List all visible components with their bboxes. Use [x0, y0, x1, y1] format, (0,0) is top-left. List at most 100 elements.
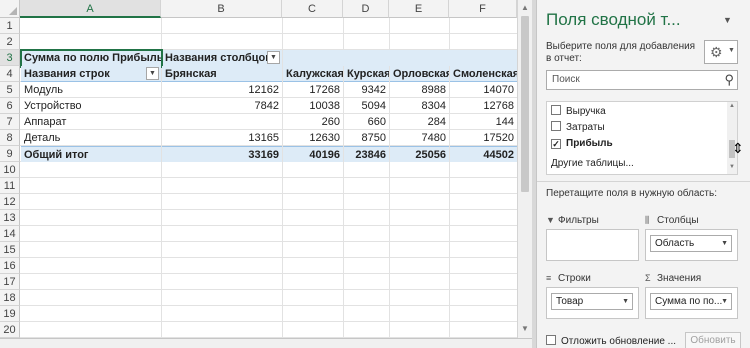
pivot-total-cell[interactable]: 25056	[390, 146, 449, 162]
columns-area: ⫼ Столбцы Область ▼	[645, 213, 738, 261]
pivot-col-header[interactable]: Курская	[344, 66, 389, 82]
row-header[interactable]: 9	[0, 146, 20, 162]
pivot-total-cell[interactable]: 44502	[450, 146, 517, 162]
scroll-up-icon[interactable]: ▲	[727, 103, 737, 109]
pivot-value-cell[interactable]: 12630	[283, 130, 343, 146]
pivot-col-header[interactable]: Брянская	[162, 66, 282, 82]
pivot-col-header[interactable]: Смоленская	[450, 66, 517, 82]
other-tables-link[interactable]: Другие таблицы...	[551, 156, 634, 171]
pivot-value-cell[interactable]: 260	[283, 114, 343, 130]
pivot-value-cell[interactable]: 17520	[450, 130, 517, 146]
pivot-total-cell[interactable]: 23846	[344, 146, 389, 162]
sheet-tab-bar[interactable]	[0, 338, 532, 348]
sheet-vertical-scrollbar[interactable]: ▲ ▼	[517, 0, 532, 348]
row-header[interactable]: 2	[0, 34, 20, 50]
column-header-e[interactable]: E	[389, 0, 449, 18]
values-drop-zone[interactable]: Сумма по по... ▼	[645, 287, 738, 319]
column-header-c[interactable]: C	[282, 0, 343, 18]
filters-drop-zone[interactable]	[546, 229, 639, 261]
row-header[interactable]: 15	[0, 242, 20, 258]
field-search-input[interactable]: Поиск ⚲	[546, 70, 738, 90]
pivot-total-cell[interactable]: 40196	[283, 146, 343, 162]
pivot-row-label[interactable]: Аппарат	[21, 114, 161, 130]
pivot-value-cell[interactable]: 284	[390, 114, 449, 130]
scrollbar-thumb[interactable]	[521, 16, 529, 192]
field-list[interactable]: Выручка Затраты ✓ Прибыль Другие таблицы.…	[546, 101, 738, 175]
row-header[interactable]: 6	[0, 98, 20, 114]
pane-title: Поля сводной т...	[546, 10, 681, 29]
pivot-value-cell[interactable]: 660	[344, 114, 389, 130]
pivot-total-cell[interactable]: 33169	[162, 146, 282, 162]
values-field-dropdown[interactable]: Сумма по по... ▼	[650, 293, 732, 310]
pivot-value-cell[interactable]: 9342	[344, 82, 389, 98]
pivot-value-cell[interactable]	[162, 114, 282, 130]
field-item-profit[interactable]: ✓ Прибыль	[551, 136, 613, 151]
pivot-column-caption[interactable]: Названия столбцов	[162, 50, 282, 66]
row-header[interactable]: 18	[0, 290, 20, 306]
chevron-down-icon: ▼	[622, 298, 629, 305]
defer-update-checkbox[interactable]	[546, 335, 556, 345]
pivot-col-header[interactable]: Калужская	[283, 66, 343, 82]
columns-drop-zone[interactable]: Область ▼	[645, 229, 738, 261]
pivot-col-header[interactable]: Орловская	[390, 66, 449, 82]
chevron-down-icon[interactable]: ▼	[723, 15, 732, 25]
tools-button[interactable]: ⚙ ▼	[704, 40, 738, 64]
row-header[interactable]: 17	[0, 274, 20, 290]
row-header[interactable]: 14	[0, 226, 20, 242]
defer-update-option[interactable]: Отложить обновление ...	[546, 335, 676, 347]
column-header-b[interactable]: B	[161, 0, 282, 18]
pivot-row-label[interactable]: Устройство	[21, 98, 161, 114]
select-all-corner[interactable]	[0, 0, 20, 18]
row-header[interactable]: 1	[0, 18, 20, 34]
pivot-row-label[interactable]: Модуль	[21, 82, 161, 98]
pivot-value-cell[interactable]: 10038	[283, 98, 343, 114]
scroll-down-icon[interactable]: ▼	[518, 322, 532, 336]
pivot-value-cell[interactable]: 8988	[390, 82, 449, 98]
pivot-total-label[interactable]: Общий итог	[21, 146, 161, 162]
field-item-costs[interactable]: Затраты	[551, 120, 605, 135]
pivot-value-cell[interactable]: 12162	[162, 82, 282, 98]
columns-field-dropdown[interactable]: Область ▼	[650, 235, 732, 252]
choose-fields-hint: Выберите поля для добавления в отчет:	[546, 41, 696, 64]
row-header[interactable]: 16	[0, 258, 20, 274]
row-header[interactable]: 7	[0, 114, 20, 130]
row-header[interactable]: 13	[0, 210, 20, 226]
pivot-value-cell[interactable]: 8304	[390, 98, 449, 114]
pivot-value-cell[interactable]: 12768	[450, 98, 517, 114]
pivot-row-label[interactable]: Деталь	[21, 130, 161, 146]
pivot-value-cell[interactable]: 5094	[344, 98, 389, 114]
pivot-value-cell[interactable]: 17268	[283, 82, 343, 98]
rows-drop-zone[interactable]: Товар ▼	[546, 287, 639, 319]
pivot-value-cell[interactable]: 7480	[390, 130, 449, 146]
pivot-value-cell[interactable]: 8750	[344, 130, 389, 146]
row-header[interactable]: 5	[0, 82, 20, 98]
pivot-row-caption[interactable]: Названия строк	[21, 66, 161, 82]
field-list-scrollbar[interactable]: ▲ ▼	[727, 102, 737, 174]
pivot-value-cell[interactable]: 7842	[162, 98, 282, 114]
row-header[interactable]: 3	[0, 50, 20, 66]
field-checkbox[interactable]: ✓	[551, 139, 561, 149]
row-filter-dropdown-icon[interactable]: ▼	[146, 67, 159, 80]
update-button[interactable]: Обновить	[685, 332, 741, 348]
pivot-value-cell[interactable]: 14070	[450, 82, 517, 98]
scroll-down-icon[interactable]: ▼	[727, 164, 737, 170]
row-header[interactable]: 4	[0, 66, 20, 82]
row-header[interactable]: 12	[0, 194, 20, 210]
field-item-revenue[interactable]: Выручка	[551, 104, 606, 119]
rows-field-dropdown[interactable]: Товар ▼	[551, 293, 633, 310]
row-header[interactable]: 10	[0, 162, 20, 178]
row-header[interactable]: 8	[0, 130, 20, 146]
column-header-a[interactable]: A	[20, 0, 161, 18]
column-filter-dropdown-icon[interactable]: ▼	[267, 51, 280, 64]
column-header-f[interactable]: F	[449, 0, 517, 18]
pivot-value-cell[interactable]: 144	[450, 114, 517, 130]
field-checkbox[interactable]	[551, 105, 561, 115]
row-header[interactable]: 11	[0, 178, 20, 194]
pivot-value-cell[interactable]: 13165	[162, 130, 282, 146]
spreadsheet-grid[interactable]: A B C D E F 1 2 3 4 5 6 7 8 9 10 11 12 1…	[0, 0, 517, 348]
column-header-d[interactable]: D	[343, 0, 389, 18]
row-header[interactable]: 19	[0, 306, 20, 322]
field-checkbox[interactable]	[551, 121, 561, 131]
row-header[interactable]: 20	[0, 322, 20, 338]
scroll-up-icon[interactable]: ▲	[518, 1, 532, 15]
